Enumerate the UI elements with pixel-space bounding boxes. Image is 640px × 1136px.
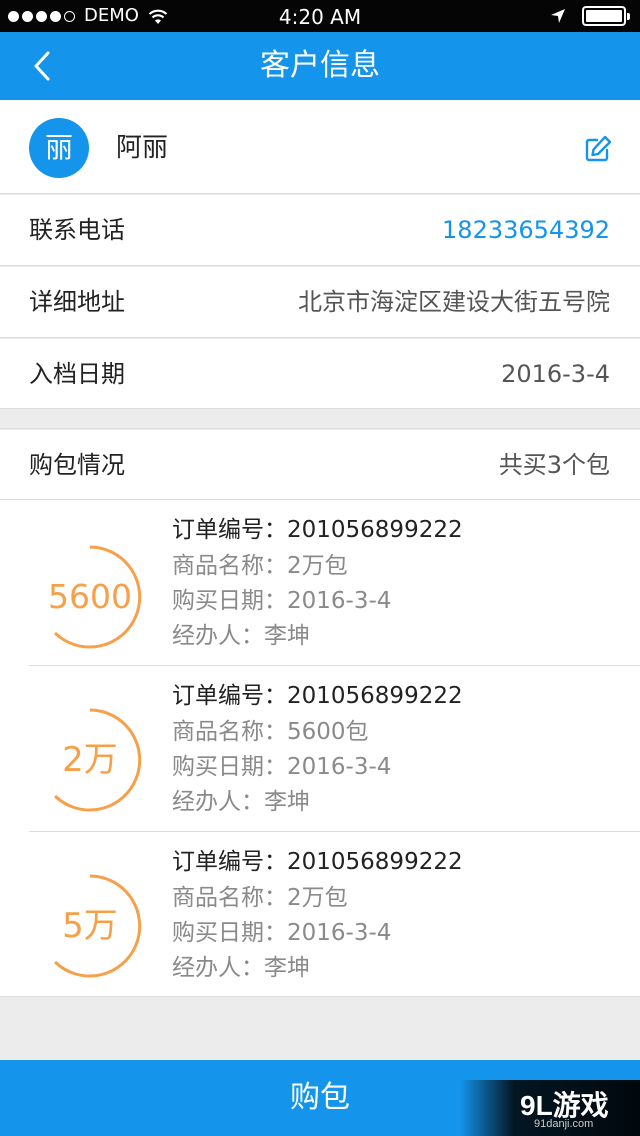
list-item[interactable]: 5万 订单编号：201056899222 商品名称：2万包 购买日期：2016-… [0,832,640,998]
nav-bar: 客户信息 [0,32,640,100]
address-label: 详细地址 [29,288,125,316]
order-number: 订单编号：201056899222 [172,849,463,875]
avatar: 丽 [29,118,89,178]
address-row: 详细地址 北京市海淀区建设大街五号院 [0,267,640,338]
order-handler: 经办人：李坤 [172,789,310,815]
status-right [550,6,630,26]
order-product: 商品名称：2万包 [172,885,348,911]
page-title: 客户信息 [260,48,380,83]
orders-summary: 共买3个包 [498,451,610,479]
date-label: 入档日期 [29,360,125,388]
status-bar: DEMO 4:20 AM [0,0,640,32]
order-badge: 2万 [62,740,118,780]
section-divider [0,409,640,429]
date-value: 2016-3-4 [501,360,610,388]
orders-title: 购包情况 [29,451,125,479]
phone-row: 联系电话 18233654392 [0,195,640,266]
customer-profile [0,100,640,194]
order-number: 订单编号：201056899222 [172,517,463,543]
order-badge: 5万 [62,906,118,946]
order-date: 购买日期：2016-3-4 [172,920,392,946]
battery-icon [582,6,630,26]
order-handler: 经办人：李坤 [172,955,310,981]
status-time: 4:20 AM [278,5,362,29]
order-product: 商品名称：5600包 [172,719,369,745]
phone-value[interactable]: 18233654392 [442,195,610,266]
order-product: 商品名称：2万包 [172,553,348,579]
customer-name: 阿丽 [116,133,169,163]
watermark-url: 91danji.com [534,1118,594,1130]
edit-button[interactable] [580,131,616,167]
list-item[interactable]: 5600 订单编号：201056899222 商品名称：2万包 购买日期：201… [0,500,640,666]
chevron-left-icon [34,51,50,81]
list-item[interactable]: 2万 订单编号：201056899222 商品名称：5600包 购买日期：201… [0,666,640,832]
order-badge: 5600 [48,577,132,616]
address-value: 北京市海淀区建设大街五号院 [298,288,610,316]
edit-icon [585,135,612,162]
order-number: 订单编号：201056899222 [172,683,463,709]
order-date: 购买日期：2016-3-4 [172,588,392,614]
location-arrow-icon [551,9,565,23]
watermark-logo: 9L游戏 91danji.com [460,1080,640,1136]
phone-label: 联系电话 [29,216,125,244]
order-list: 5600 订单编号：201056899222 商品名称：2万包 购买日期：201… [0,500,640,997]
order-handler: 经办人：李坤 [172,623,310,649]
order-date: 购买日期：2016-3-4 [172,754,392,780]
back-button[interactable] [20,44,64,88]
date-row: 入档日期 2016-3-4 [0,339,640,409]
battery-level [586,10,622,22]
orders-header: 购包情况 共买3个包 [0,430,640,500]
